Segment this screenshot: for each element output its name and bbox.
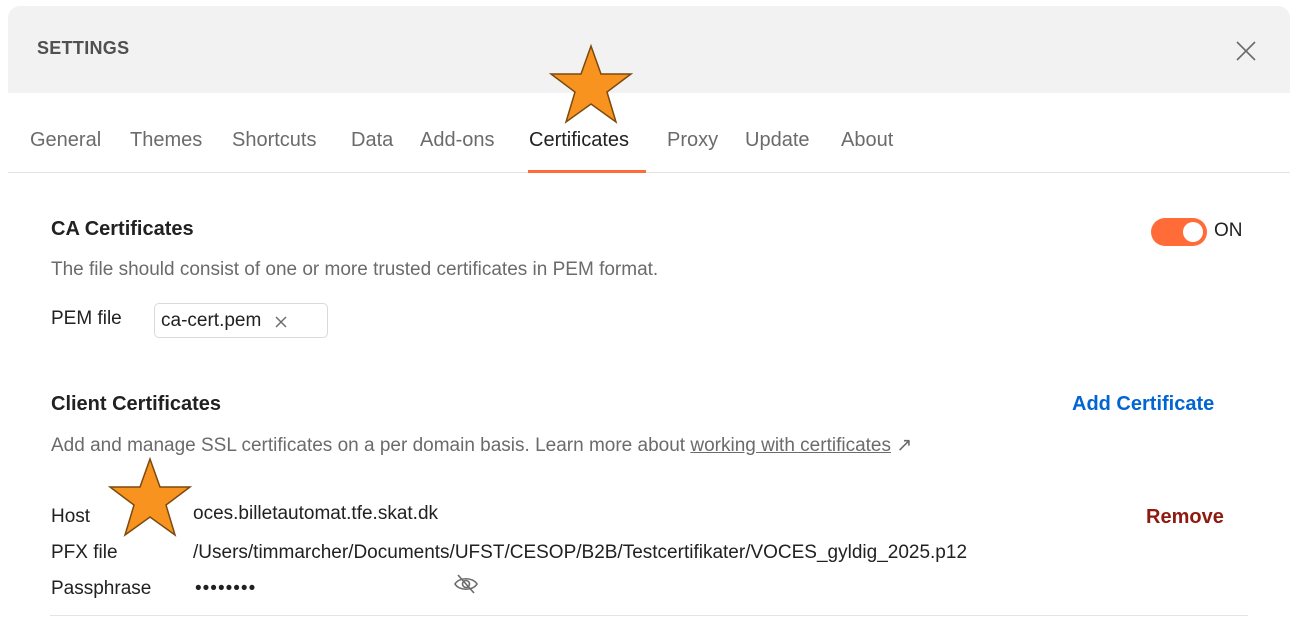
- tab-shortcuts[interactable]: Shortcuts: [232, 129, 316, 152]
- description-text: Add and manage SSL certificates on a per…: [51, 435, 691, 456]
- arrow-up-right-icon: ↗: [890, 435, 913, 456]
- pem-file-label: PEM file: [51, 308, 122, 329]
- toggle-knob: [1183, 222, 1203, 242]
- ca-certificates-description: The file should consist of one or more t…: [51, 259, 659, 280]
- remove-pem-button[interactable]: [273, 313, 289, 329]
- tab-proxy[interactable]: Proxy: [667, 129, 718, 152]
- ca-certificates-toggle[interactable]: [1151, 218, 1207, 246]
- tab-update[interactable]: Update: [745, 129, 810, 152]
- tab-themes[interactable]: Themes: [130, 129, 202, 152]
- client-certificates-description: Add and manage SSL certificates on a per…: [51, 434, 912, 457]
- pfx-file-value: /Users/timmarcher/Documents/UFST/CESOP/B…: [193, 542, 968, 563]
- settings-tabs: General Themes Shortcuts Data Add-ons Ce…: [8, 93, 1290, 173]
- eye-off-icon: [454, 574, 478, 594]
- pfx-file-label: PFX file: [51, 542, 118, 563]
- passphrase-label: Passphrase: [51, 578, 152, 599]
- ca-certificates-title: CA Certificates: [51, 218, 194, 240]
- certificate-divider: [50, 615, 1248, 616]
- active-tab-indicator: [528, 170, 646, 173]
- tab-add-ons[interactable]: Add-ons: [420, 129, 495, 152]
- remove-certificate-button[interactable]: Remove: [1146, 506, 1224, 529]
- client-certificates-title: Client Certificates: [51, 393, 222, 415]
- close-icon: [1236, 41, 1256, 61]
- close-button[interactable]: [1232, 37, 1260, 65]
- modal-header: SETTINGS: [8, 6, 1290, 93]
- toggle-label: ON: [1214, 220, 1243, 241]
- pem-file-name: ca-cert.pem: [161, 309, 262, 331]
- tab-certificates[interactable]: Certificates: [529, 129, 629, 152]
- toggle-passphrase-visibility-button[interactable]: [452, 572, 480, 596]
- tab-data[interactable]: Data: [351, 129, 393, 152]
- pem-file-chip: ca-cert.pem: [154, 303, 328, 338]
- passphrase-value: ••••••••: [195, 578, 257, 599]
- star-icon: [548, 43, 634, 124]
- host-label: Host: [51, 506, 91, 527]
- star-icon: [107, 456, 193, 537]
- tab-general[interactable]: General: [30, 129, 101, 152]
- host-value: oces.billetautomat.tfe.skat.dk: [193, 503, 439, 524]
- working-with-certificates-link[interactable]: working with certificates: [690, 435, 891, 456]
- modal-title: SETTINGS: [37, 38, 130, 58]
- settings-modal: SETTINGS General Themes Shortcuts Data A…: [8, 6, 1290, 620]
- tab-about[interactable]: About: [841, 129, 893, 152]
- close-icon: [275, 316, 287, 327]
- add-certificate-button[interactable]: Add Certificate: [1072, 393, 1214, 416]
